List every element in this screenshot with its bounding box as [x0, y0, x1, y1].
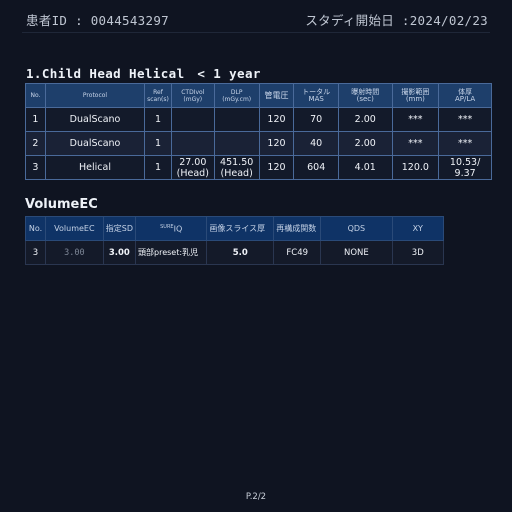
table-cell: 120	[258, 131, 295, 156]
table-cell: 4.01	[338, 155, 393, 180]
table-cell: 120	[258, 107, 295, 132]
table-cell: ***	[438, 107, 492, 132]
table-cell: 3	[25, 155, 46, 180]
protocol-header-cell: No.	[25, 83, 46, 108]
table-cell: 1	[144, 107, 172, 132]
table-cell: NONE	[320, 240, 393, 265]
table-cell: ***	[438, 131, 492, 156]
patient-id: 患者ID : 0044543297	[26, 13, 169, 28]
table-cell	[213, 131, 260, 156]
protocol-header-row: No. Protocol Ref scan(s) CTDIvol (mGy) DLP (mGy…	[25, 83, 492, 108]
table-cell: 120.0	[391, 155, 440, 180]
section-title: 1.Child Head Helical < 1 year	[26, 66, 261, 81]
table-cell	[170, 131, 215, 156]
table-cell: 3.00	[44, 240, 104, 265]
table-cell: ***	[391, 107, 440, 132]
table-cell: 1	[144, 131, 172, 156]
protocol-header-cell: Protocol	[44, 83, 146, 108]
table-cell: 3D	[391, 240, 445, 265]
table-cell: 27.00 (Head)	[170, 155, 215, 180]
volume-header-cell: No.	[25, 216, 46, 241]
study-start-date: スタディ開始日 :2024/02/23	[305, 13, 488, 28]
protocol-header-cell: Ref scan(s)	[144, 83, 172, 108]
volume-ec-title: VolumeEC	[25, 197, 98, 212]
table-cell: 120	[258, 155, 295, 180]
page-number: P.2/2	[245, 492, 267, 502]
header-divider	[22, 32, 490, 33]
protocol-table: No. Protocol Ref scan(s) CTDIvol (mGy) DLP (mGy…	[25, 83, 492, 180]
table-row: 1 DualScano 1 120 70 2.00 *** ***	[25, 107, 492, 132]
protocol-header-cell: 管電圧	[258, 83, 295, 108]
table-cell: Helical	[44, 155, 146, 180]
protocol-header-cell: 撮影範囲 (mm)	[391, 83, 440, 108]
table-cell: DualScano	[44, 131, 146, 156]
table-cell: 2	[25, 131, 46, 156]
volume-header-cell: 画像スライス厚	[206, 216, 275, 241]
volume-header-cell: 指定SD	[102, 216, 137, 241]
table-cell: 451.50 (Head)	[213, 155, 260, 180]
table-cell: FC49	[273, 240, 322, 265]
table-cell: 70	[293, 107, 339, 132]
volume-header-cell: SUREIQ	[134, 216, 208, 241]
table-cell: 1	[25, 107, 46, 132]
volume-header-cell: 再構成関数	[273, 216, 322, 241]
table-cell: 10.53/9.37	[438, 155, 492, 180]
protocol-header-cell: 曝射時間 (sec)	[338, 83, 393, 108]
table-cell: 頭部preset:乳児	[134, 240, 208, 265]
protocol-header-cell: CTDIvol (mGy)	[170, 83, 215, 108]
table-cell: 3.00	[102, 240, 137, 265]
table-cell	[213, 107, 260, 132]
volume-header-row: No. VolumeEC 指定SD SUREIQ 画像スライス厚 再構成関数 QDS XY	[25, 216, 445, 241]
report-header: 患者ID : 0044543297 スタディ開始日 :2024/02/23	[0, 0, 512, 33]
table-cell: 2.00	[338, 107, 393, 132]
table-cell	[170, 107, 215, 132]
protocol-header-cell: トータル MAS	[293, 83, 339, 108]
table-cell: 40	[293, 131, 339, 156]
table-cell: 3	[25, 240, 46, 265]
table-row: 2 DualScano 1 120 40 2.00 *** ***	[25, 131, 492, 156]
table-cell: 5.0	[206, 240, 275, 265]
volume-ec-table: No. VolumeEC 指定SD SUREIQ 画像スライス厚 再構成関数 QDS XY 3…	[25, 216, 445, 265]
protocol-header-cell: 体厚 AP/LA	[438, 83, 492, 108]
volume-header-cell: QDS	[320, 216, 393, 241]
table-cell: ***	[391, 131, 440, 156]
table-cell: 1	[144, 155, 172, 180]
table-cell: 604	[293, 155, 339, 180]
table-cell: DualScano	[44, 107, 146, 132]
protocol-header-cell: DLP (mGy.cm)	[213, 83, 260, 108]
volume-header-cell: XY	[391, 216, 445, 241]
table-cell: 2.00	[338, 131, 393, 156]
table-row: 3 3.00 3.00 頭部preset:乳児 5.0 FC49 NONE 3D	[25, 240, 445, 265]
volume-header-cell: VolumeEC	[44, 216, 104, 241]
table-row: 3 Helical 1 27.00 (Head) 451.50 (Head) 120 604 4.…	[25, 155, 492, 180]
